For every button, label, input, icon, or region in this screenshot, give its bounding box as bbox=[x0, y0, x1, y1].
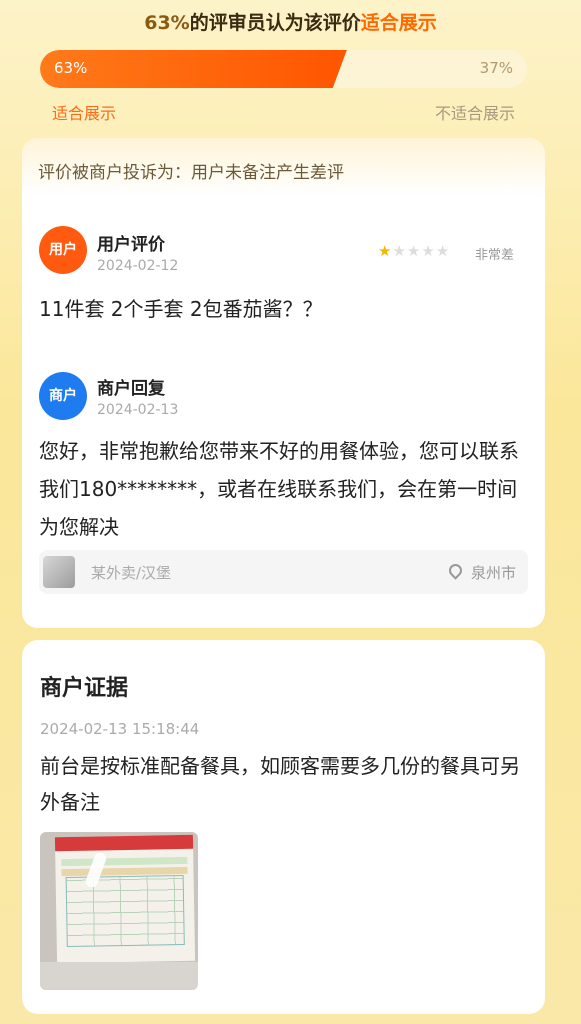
vote-summary-title: 63%的评审员认为该评价适合展示 bbox=[0, 8, 581, 35]
evidence-datetime: 2024-02-13 15:18:44 bbox=[40, 720, 200, 738]
vote-header-highlight: 适合展示 bbox=[360, 12, 437, 34]
evidence-photo-bottom bbox=[40, 962, 198, 990]
star-icon: ★ bbox=[392, 242, 407, 260]
user-review-title: 用户评价 bbox=[97, 235, 165, 255]
evidence-photo-table bbox=[65, 874, 185, 948]
user-review-text: 11件套 2个手套 2包番茄酱？？ bbox=[39, 297, 323, 321]
store-info-bar[interactable]: 某外卖/汉堡 泉州市 bbox=[39, 550, 528, 594]
evidence-photo-document bbox=[54, 834, 196, 964]
merchant-avatar: 商户 bbox=[39, 372, 87, 420]
vote-progress-bar: 63% 37% bbox=[40, 50, 527, 88]
vote-left-percent: 63% bbox=[54, 59, 88, 77]
star-icon: ★ bbox=[378, 242, 393, 260]
evidence-card: 商户证据 2024-02-13 15:18:44 前台是按标准配备餐具，如顾客需… bbox=[22, 640, 545, 1014]
vote-header-percent: 63% bbox=[144, 12, 190, 34]
user-review-date: 2024-02-12 bbox=[97, 258, 179, 274]
vote-header-text: 的评审员认为该评价 bbox=[189, 12, 361, 34]
evidence-photo-header bbox=[54, 834, 194, 852]
star-rating: ★★★★★ bbox=[378, 242, 450, 260]
store-thumbnail bbox=[43, 556, 75, 588]
store-city: 泉州市 bbox=[470, 564, 516, 582]
vote-right-percent: 37% bbox=[479, 59, 513, 77]
merchant-reply-text: 您好，非常抱歉给您带来不好的用餐体验，您可以联系我们180********，或者… bbox=[39, 439, 519, 539]
review-card: 评价被商户投诉为：用户未备注产生差评 用户 用户评价 2024-02-12 ★★… bbox=[22, 138, 545, 628]
merchant-reply-title: 商户回复 bbox=[97, 379, 165, 399]
rating-label: 非常差 bbox=[475, 248, 515, 263]
evidence-text: 前台是按标准配备餐具，如顾客需要多几份的餐具可另外备注 bbox=[40, 754, 520, 814]
evidence-photo[interactable] bbox=[40, 832, 198, 990]
location-pin-icon bbox=[446, 561, 465, 580]
evidence-title: 商户证据 bbox=[40, 676, 129, 701]
vote-right-label: 不适合展示 bbox=[434, 104, 515, 123]
vote-left-label: 适合展示 bbox=[52, 104, 117, 123]
star-icon: ★ bbox=[435, 242, 451, 260]
complaint-reason: 评价被商户投诉为：用户未备注产生差评 bbox=[22, 138, 545, 196]
evidence-photo-row bbox=[61, 856, 188, 867]
user-avatar: 用户 bbox=[39, 226, 87, 274]
merchant-reply-date: 2024-02-13 bbox=[97, 402, 179, 418]
star-icon: ★ bbox=[421, 242, 436, 260]
store-name: 某外卖/汉堡 bbox=[91, 564, 172, 582]
star-icon: ★ bbox=[406, 242, 422, 260]
